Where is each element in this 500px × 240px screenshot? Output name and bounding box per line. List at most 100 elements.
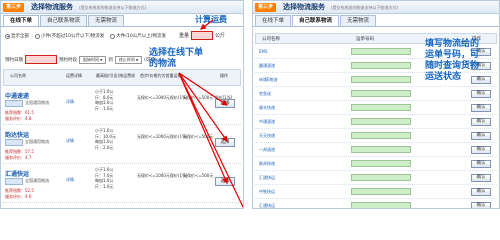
col-first-step: 首步(价格约为首重运输): [140, 73, 184, 78]
carrier-name: 一邦速递: [259, 147, 275, 152]
radio-dot: [35, 33, 40, 39]
tracking-callout: 填写物流给的运单号码，可随时查询货物运送状态: [425, 39, 480, 82]
select-value: 终止时间: [118, 56, 135, 62]
carrier-table-header: 公司名称 运费详情 最高赔付(含)按运费收 首步(价格约为首重运输) 操作: [3, 69, 241, 86]
confirm-button[interactable]: 确认: [471, 132, 491, 140]
confirm-button[interactable]: 确认: [471, 118, 491, 126]
col-company: 公司名称: [10, 73, 26, 78]
confirm-button[interactable]: 确认: [471, 202, 491, 208]
weight-unit: 公斤: [215, 33, 226, 39]
carrier-insurance: 无保价<=1000元保价(1%): [137, 173, 188, 178]
carrier-name: 中铁快运: [259, 189, 275, 194]
detail-link[interactable]: 详情: [66, 177, 74, 183]
radio-label: 显示全部: [11, 34, 29, 39]
time-end-select[interactable]: 终止时间 ▼: [114, 55, 143, 64]
panel-note: (提交系统发的物流支持以下物流方式): [331, 5, 399, 10]
carrier-deal: 服务评价：4.7: [5, 155, 32, 160]
confirm-button[interactable]: 确认: [471, 104, 491, 112]
filter-radios: 显示全部 小件(不超过10公斤以下)物流发 大件(10公斤以上)物流发: [5, 33, 166, 39]
confirm-button[interactable]: 确认: [471, 146, 491, 154]
step-badge: 第三步: [255, 3, 277, 12]
col-tracking-number: 运单号码: [356, 37, 374, 42]
carrier-insurance-2: 无保价<=500元: [183, 173, 214, 178]
radio-large[interactable]: 大件(10公斤以上)物流发: [110, 33, 166, 39]
chevron-down-icon: ▼: [100, 57, 103, 62]
carrier-rating: 全国通用物流: [25, 139, 49, 144]
tracking-row: 中铁快运 确认: [255, 185, 497, 199]
carrier-name[interactable]: 韵达快运: [5, 130, 29, 139]
radio-dot: [110, 33, 116, 39]
carrier-name: 顺丰快递: [259, 105, 275, 110]
detail-link[interactable]: 详情: [66, 138, 74, 144]
select-button[interactable]: 选择: [215, 99, 235, 108]
panel-title: 选择物流服务: [283, 3, 325, 11]
tracking-input[interactable]: [351, 132, 411, 139]
tracking-input[interactable]: [351, 146, 411, 153]
tracking-input[interactable]: [351, 48, 411, 55]
select-button[interactable]: 选择: [215, 138, 235, 147]
carrier-name: 天天快递: [259, 133, 275, 138]
weight-label: 重量: [179, 33, 190, 39]
date-label: 预约日期: [5, 57, 23, 63]
confirm-button[interactable]: 确认: [471, 90, 491, 98]
carrier-name[interactable]: 中通速递: [5, 91, 29, 100]
left-panel: 第三步 选择物流服务 (提交系统发的物流支持以下物流方式) 在线下单 自己联系物…: [0, 0, 244, 209]
carrier-row: 中通速递 全国通用物流 推荐指数：61.5 服务评价：4.8 详情 小于1.0公…: [3, 87, 241, 125]
carrier-insurance: 无保价<=1000元保价(1%): [137, 134, 188, 139]
carrier-name[interactable]: 汇通快运: [5, 169, 29, 178]
tracking-input[interactable]: [351, 76, 411, 83]
radio-label: 小件(不超过10公斤以下)物流发: [41, 34, 105, 39]
carrier-row: 汇通快运 全国通用物流 推荐指数：52.5 服务评价：4.6 详情 小于1.0公…: [3, 165, 241, 203]
confirm-button[interactable]: 确认: [471, 174, 491, 182]
tracking-row: 顺丰快递 确认: [255, 101, 497, 115]
time-to-label: 到: [108, 57, 113, 63]
appointment-row: 预约日期 预约时段 起始时间 ▼ 到 终止时间 ▼ (可选): [5, 55, 157, 64]
panel-note: (提交系统发的物流支持以下物流方式): [79, 5, 147, 10]
tab-divider: [253, 26, 499, 27]
radio-small[interactable]: 小件(不超过10公斤以下)物流发: [35, 33, 104, 39]
tracking-input[interactable]: [351, 62, 411, 69]
carrier-logo: [5, 178, 23, 185]
tracking-row: 汇通快运 确认: [255, 199, 497, 208]
detail-link[interactable]: 详情: [66, 99, 74, 105]
time-start-select[interactable]: 起始时间 ▼: [79, 55, 107, 64]
chevron-down-icon: ▼: [135, 57, 139, 62]
date-input[interactable]: [25, 55, 57, 64]
weight-row: 重量 公斤: [179, 31, 225, 40]
carrier-name: 圆通速递: [259, 63, 275, 68]
confirm-button[interactable]: 确认: [471, 188, 491, 196]
time-label: 预约时段: [59, 57, 77, 63]
right-titlebar: 第三步 选择物流服务 (提交系统发的物流支持以下物流方式): [253, 1, 499, 14]
calc-fee-callout: 计算运费: [195, 15, 227, 24]
select-online-callout: 选择在线下单的物流: [149, 48, 204, 69]
tracking-input[interactable]: [351, 118, 411, 125]
carrier-price: 小于1.0公 斤：10.0元 每加1.0公 斤：2.0元: [95, 128, 116, 150]
carrier-deal: 服务评价：4.6: [5, 194, 32, 199]
radio-dot: [5, 33, 10, 39]
carrier-logo: [5, 100, 23, 107]
right-panel: 第三步 选择物流服务 (提交系统发的物流支持以下物流方式) 在线下单 自己联系物…: [252, 0, 500, 209]
carrier-rating: 全国通用物流: [25, 178, 49, 183]
carrier-name: 宅急送: [259, 91, 271, 96]
carrier-insurance-2: 无保价<=500元: [183, 134, 214, 139]
carrier-rating: 全国通用物流: [25, 100, 49, 105]
tracking-input[interactable]: [351, 90, 411, 97]
left-titlebar: 第三步 选择物流服务 (提交系统发的物流支持以下物流方式): [1, 1, 243, 14]
carrier-price: 小于1.0公 斤：8.0元 每加1.0公 斤：1.0元: [95, 89, 114, 111]
select-value: 起始时间: [83, 56, 99, 62]
tracking-input[interactable]: [351, 160, 411, 167]
carrier-insurance: 无保价<=1000元保价(1%): [137, 95, 188, 100]
tracking-input[interactable]: [351, 202, 411, 208]
confirm-button[interactable]: 确认: [471, 160, 491, 168]
radio-show-all[interactable]: 显示全部: [5, 33, 29, 39]
carrier-name: 汇通快运: [259, 175, 275, 180]
col-company: 公司名称: [262, 37, 280, 42]
select-button[interactable]: 选择: [215, 177, 235, 186]
tracking-row: 汇通快运 确认: [255, 171, 497, 185]
tracking-input[interactable]: [351, 104, 411, 111]
weight-input[interactable]: [191, 31, 214, 40]
tracking-input[interactable]: [351, 174, 411, 181]
carrier-name: 中通速递: [259, 119, 275, 124]
tracking-row: 一邦速递 确认: [255, 143, 497, 157]
tracking-input[interactable]: [351, 188, 411, 195]
